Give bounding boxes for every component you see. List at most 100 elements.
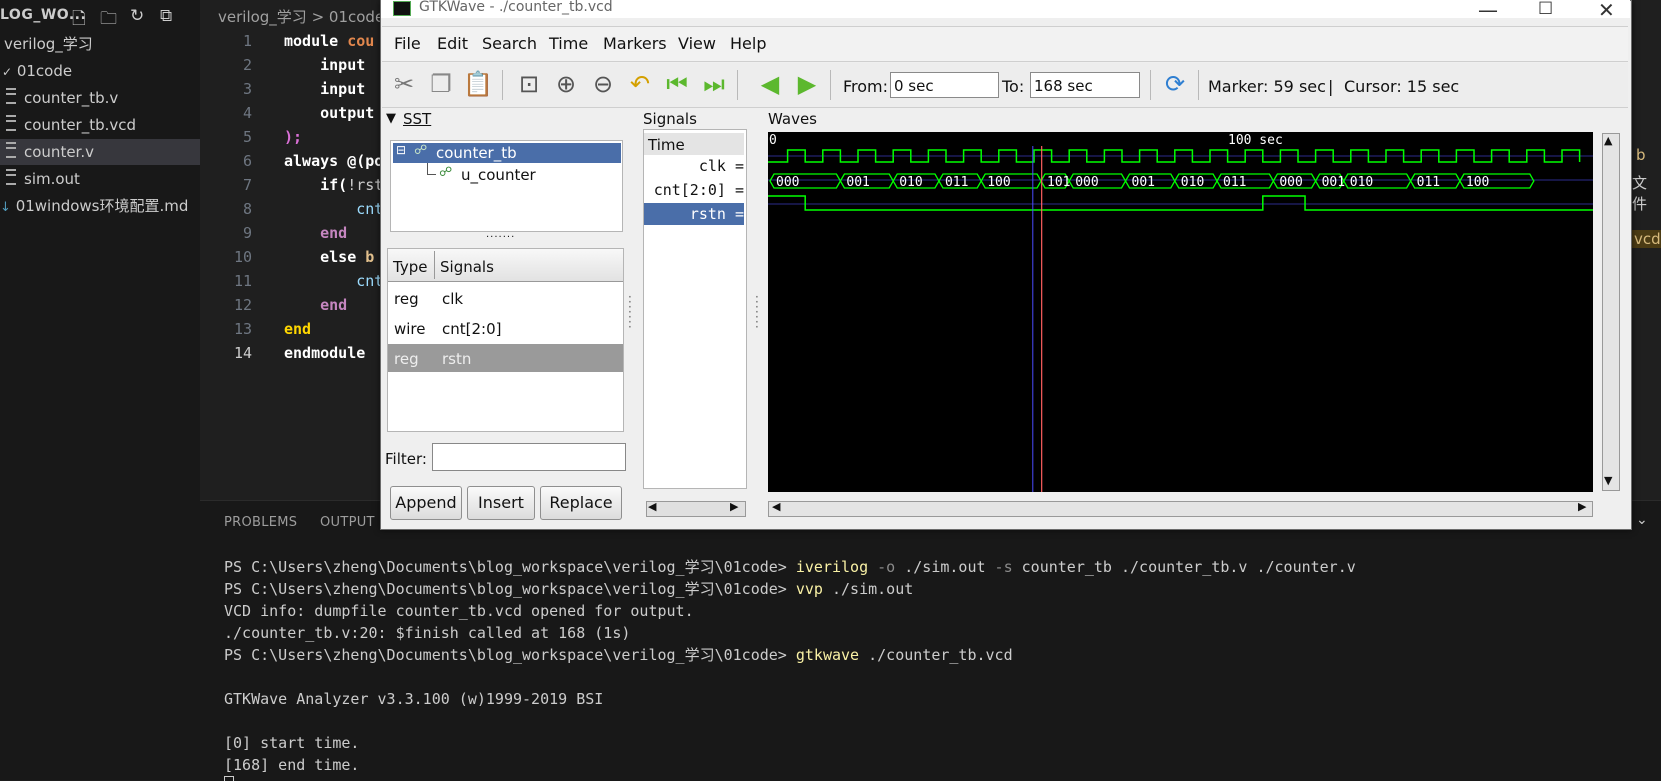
cursor-readout: Cursor: 15 sec bbox=[1344, 77, 1460, 96]
code-line[interactable]: cnt bbox=[284, 197, 383, 221]
tree-file-counter-v[interactable]: counter.v bbox=[0, 139, 200, 165]
chevron-down-icon[interactable]: ⌄ bbox=[1636, 512, 1648, 528]
minimize-icon[interactable]: — bbox=[1478, 0, 1498, 22]
pane-resize-handle[interactable]: ······· bbox=[755, 291, 761, 333]
tree-folder-verilog[interactable]: verilog_学习 bbox=[0, 31, 204, 57]
pane-resize-handle[interactable]: ······· bbox=[628, 291, 634, 333]
reload-icon[interactable]: ⟳ bbox=[1160, 68, 1190, 100]
signal-label[interactable]: cnt[2:0] = bbox=[644, 181, 744, 203]
tree-item-counter-tb[interactable]: counter_tb bbox=[436, 144, 517, 162]
scroll-left-icon[interactable]: ◀ bbox=[772, 500, 780, 513]
tree-file-sim-out[interactable]: sim.out bbox=[0, 166, 206, 192]
signal-name[interactable]: clk bbox=[442, 290, 463, 308]
maximize-icon[interactable]: ☐ bbox=[1538, 0, 1553, 19]
code-token: cou bbox=[347, 32, 375, 50]
menu-file[interactable]: File bbox=[394, 34, 421, 53]
menu-view[interactable]: View bbox=[678, 34, 716, 53]
tree-file-md[interactable]: ↓ 01windows环境配置.md bbox=[0, 193, 200, 219]
tree-file-counter-tb-v[interactable]: counter_tb.v bbox=[0, 85, 206, 111]
menu-time[interactable]: Time bbox=[549, 34, 588, 53]
zoom-start-icon[interactable]: ⏮ bbox=[662, 68, 692, 100]
menu-help[interactable]: Help bbox=[730, 34, 766, 53]
editor-fragment: b bbox=[1636, 146, 1646, 164]
code-line[interactable]: input bbox=[284, 53, 365, 77]
code-line[interactable]: endmodule bbox=[284, 341, 365, 365]
col-type[interactable]: Type bbox=[393, 258, 427, 276]
signal-type: wire bbox=[394, 320, 426, 338]
tab-output[interactable]: OUTPUT bbox=[320, 515, 375, 530]
gtkwave-app-icon bbox=[393, 1, 411, 16]
zoom-in-icon[interactable]: ⊕ bbox=[551, 68, 581, 100]
copy-icon[interactable]: ❐ bbox=[426, 68, 456, 100]
sst-title: SST bbox=[403, 110, 432, 128]
scroll-right-icon[interactable]: ▶ bbox=[1578, 500, 1586, 513]
line-number: 2 bbox=[242, 56, 252, 74]
waveform-canvas[interactable]: 000 001 010 011 100 101 000 001 010 011 000 001 010 0… bbox=[768, 132, 1593, 492]
code-line[interactable]: input bbox=[284, 77, 365, 101]
waves-hscrollbar[interactable] bbox=[768, 501, 1593, 517]
filter-input[interactable] bbox=[432, 443, 626, 471]
scroll-up-icon[interactable]: ▲ bbox=[1604, 134, 1612, 147]
signal-label[interactable]: clk = bbox=[644, 157, 744, 179]
signal-label[interactable]: rstn = bbox=[644, 205, 744, 227]
append-button[interactable]: Append bbox=[390, 486, 462, 520]
menu-search[interactable]: Search bbox=[482, 34, 537, 53]
terminal-command: vvp bbox=[795, 580, 823, 598]
code-line[interactable]: else b bbox=[284, 245, 374, 269]
from-input[interactable]: 0 sec bbox=[890, 72, 999, 98]
col-signals[interactable]: Signals bbox=[440, 258, 494, 276]
menu-edit[interactable]: Edit bbox=[437, 34, 468, 53]
refresh-icon[interactable]: ↻ bbox=[130, 6, 144, 26]
menu-markers[interactable]: Markers bbox=[603, 34, 667, 53]
terminal-arg: counter_tb ./counter_tb.v ./counter.v bbox=[1012, 558, 1356, 576]
code-line[interactable]: module cou bbox=[284, 29, 374, 53]
code-line[interactable]: output bbox=[284, 101, 374, 125]
signal-name[interactable]: cnt[2:0] bbox=[442, 320, 501, 338]
code-line[interactable]: ); bbox=[284, 125, 302, 149]
list-row-selected[interactable] bbox=[388, 344, 623, 372]
replace-button[interactable]: Replace bbox=[540, 486, 622, 520]
tree-file-counter-tb-vcd[interactable]: counter_tb.vcd bbox=[0, 112, 206, 138]
code-line[interactable]: end bbox=[284, 317, 311, 341]
tree-expander-icon[interactable]: ⊟ bbox=[396, 143, 406, 157]
waves-vscrollbar[interactable] bbox=[1602, 133, 1620, 491]
collapse-all-icon[interactable]: ⧉ bbox=[160, 6, 172, 26]
tree-folder-01code[interactable]: ✓ 01code bbox=[0, 58, 202, 84]
next-edge-icon[interactable]: ▶ bbox=[792, 68, 822, 100]
scroll-down-icon[interactable]: ▼ bbox=[1604, 474, 1612, 487]
tab-problems[interactable]: PROBLEMS bbox=[224, 515, 297, 530]
line-number: 6 bbox=[242, 152, 252, 170]
terminal-line: PS C:\Users\zheng\Documents\blog_workspa… bbox=[224, 644, 1013, 666]
pane-resize-handle[interactable]: ······· bbox=[486, 232, 515, 243]
prev-edge-icon[interactable]: ◀ bbox=[755, 68, 785, 100]
code-line[interactable]: if(!rst bbox=[284, 173, 383, 197]
terminal-line: [0] start time. bbox=[224, 734, 360, 752]
scroll-left-icon[interactable]: ◀ bbox=[648, 500, 656, 513]
zoom-fit-icon[interactable]: ⊡ bbox=[514, 68, 544, 100]
zoom-out-icon[interactable]: ⊖ bbox=[588, 68, 618, 100]
code-line[interactable]: end bbox=[284, 293, 347, 317]
chevron-down-icon: ✓ bbox=[2, 65, 13, 79]
breadcrumb[interactable]: verilog_学习 > 01code bbox=[218, 6, 384, 27]
editor-fragment: vcd bbox=[1632, 230, 1661, 248]
scroll-right-icon[interactable]: ▶ bbox=[730, 500, 738, 513]
tree-item-u-counter[interactable]: u_counter bbox=[461, 166, 536, 184]
zoom-end-icon[interactable]: ⏭ bbox=[699, 68, 729, 100]
window-titlebar[interactable]: GTKWave - ./counter_tb.vcd — ☐ ✕ bbox=[381, 0, 1630, 22]
cnt-value-label: 001 bbox=[846, 175, 869, 190]
terminal-line: [168] end time. bbox=[224, 756, 360, 774]
terminal-arg: ./counter_tb.vcd bbox=[859, 646, 1013, 664]
collapse-triangle-icon[interactable]: ▼ bbox=[386, 111, 396, 126]
close-icon[interactable]: ✕ bbox=[1598, 0, 1615, 22]
paste-icon[interactable]: 📋 bbox=[463, 68, 493, 100]
code-line[interactable]: always @(po bbox=[284, 149, 383, 173]
line-number: 3 bbox=[242, 80, 252, 98]
cut-icon[interactable]: ✂ bbox=[389, 68, 419, 100]
code-line[interactable]: cnt bbox=[284, 269, 383, 293]
insert-button[interactable]: Insert bbox=[467, 486, 535, 520]
signal-name[interactable]: rstn bbox=[442, 350, 471, 368]
undo-zoom-icon[interactable]: ↶ bbox=[625, 68, 655, 100]
code-line[interactable]: end bbox=[284, 221, 347, 245]
terminal-cursor bbox=[224, 776, 234, 781]
to-input[interactable]: 168 sec bbox=[1030, 72, 1140, 98]
